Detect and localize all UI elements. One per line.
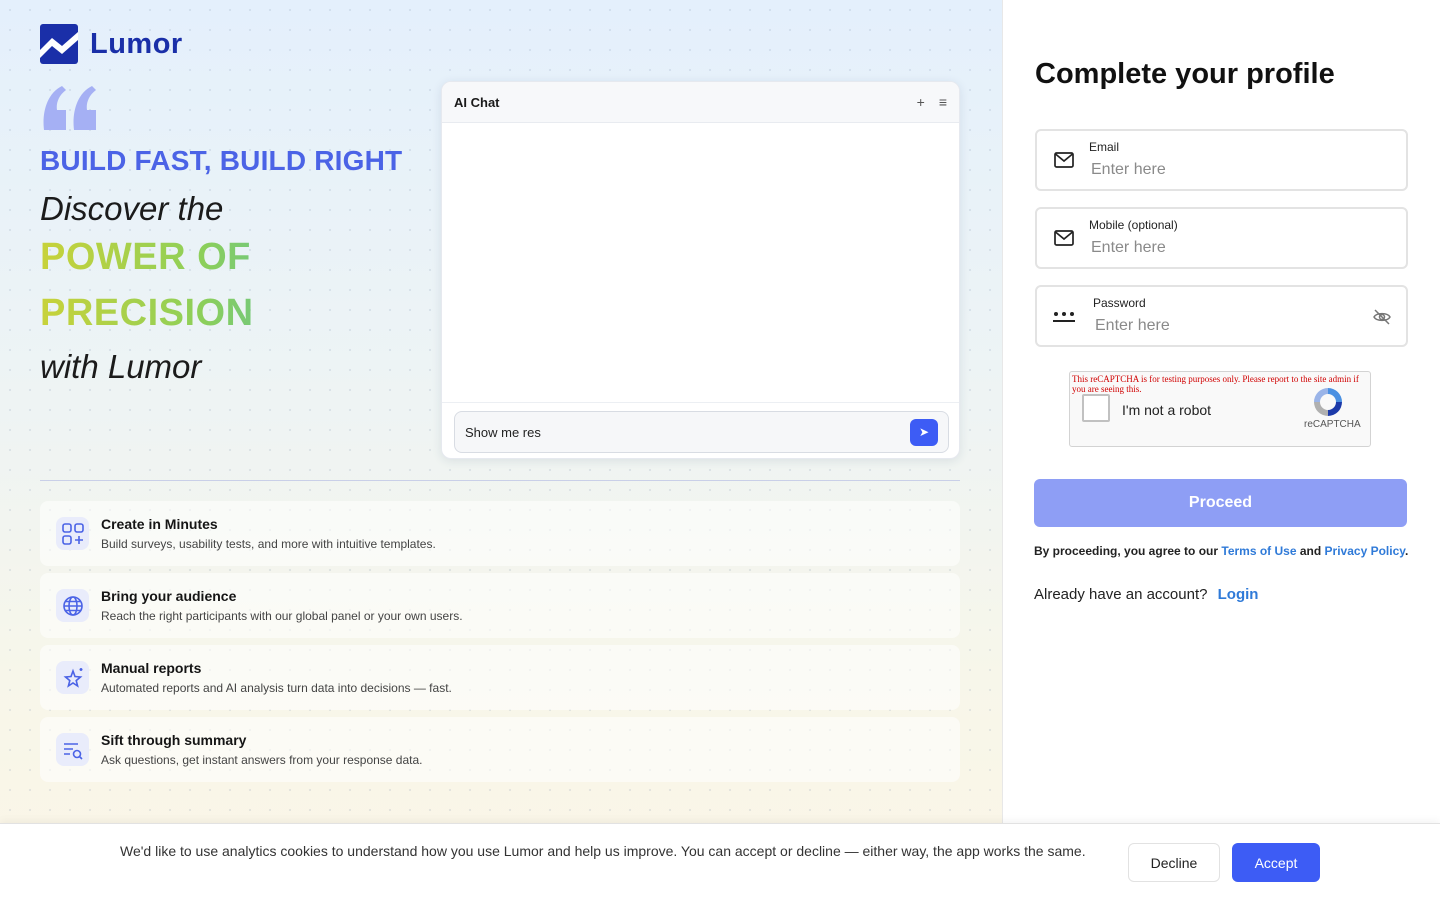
chat-input-box: ➤: [454, 411, 949, 453]
quote-icon: [43, 86, 96, 130]
email-field: Email: [1035, 129, 1408, 191]
hero-line-2: POWER OF: [40, 229, 402, 285]
chat-messages: [442, 123, 959, 403]
mail-icon: [1054, 152, 1074, 168]
cookie-message: We'd like to use analytics cookies to un…: [120, 843, 1086, 859]
login-prompt: Already have an account? Login: [1034, 586, 1258, 603]
cookie-banner: We'd like to use analytics cookies to un…: [0, 823, 1440, 900]
send-button[interactable]: ➤: [910, 418, 938, 446]
proceed-button[interactable]: Proceed: [1034, 479, 1407, 527]
privacy-policy-link[interactable]: Privacy Policy: [1325, 544, 1406, 558]
list-search-icon: [56, 733, 89, 766]
feature-desc: Reach the right participants with our gl…: [101, 609, 463, 623]
hero: BUILD FAST, BUILD RIGHT Discover the POW…: [40, 145, 402, 387]
terms-prefix: By proceeding, you agree to our: [1034, 544, 1219, 558]
page-title: Complete your profile: [1035, 58, 1335, 90]
grid-plus-icon: [56, 517, 89, 550]
send-icon: ➤: [918, 425, 930, 439]
feature-item: Create in Minutes Build surveys, usabili…: [40, 501, 960, 566]
feature-item: Bring your audience Reach the right part…: [40, 573, 960, 638]
feature-desc: Build surveys, usability tests, and more…: [101, 537, 436, 551]
sparkle-star-icon: [56, 661, 89, 694]
chat-title: AI Chat: [454, 94, 500, 110]
feature-title: Sift through summary: [101, 732, 247, 748]
login-prompt-text: Already have an account?: [1034, 586, 1208, 603]
feature-item: Sift through summary Ask questions, get …: [40, 717, 960, 782]
brand-logo[interactable]: Lumor: [40, 24, 183, 64]
recaptcha-checkbox[interactable]: [1082, 394, 1110, 422]
recaptcha-label: I'm not a robot: [1122, 402, 1212, 418]
menu-icon[interactable]: ≡: [939, 94, 947, 110]
lumor-logo-icon: [40, 24, 78, 64]
add-icon[interactable]: +: [917, 94, 925, 110]
email-label: Email: [1089, 140, 1120, 154]
feature-title: Create in Minutes: [101, 516, 218, 532]
mobile-input[interactable]: [1091, 237, 1361, 259]
eye-off-icon[interactable]: [1372, 307, 1392, 327]
globe-icon: [56, 589, 89, 622]
mail-icon: [1054, 230, 1074, 246]
password-field: Password: [1035, 285, 1408, 347]
feature-desc: Ask questions, get instant answers from …: [101, 753, 423, 767]
feature-desc: Automated reports and AI analysis turn d…: [101, 681, 452, 695]
terms-and: and: [1299, 544, 1322, 558]
hero-line-1: Discover the: [40, 190, 224, 227]
chat-input[interactable]: [465, 424, 910, 440]
terms-text: By proceeding, you agree to our Terms of…: [1034, 544, 1408, 558]
feature-item: Manual reports Automated reports and AI …: [40, 645, 960, 710]
hero-tagline: BUILD FAST, BUILD RIGHT: [40, 145, 403, 176]
signup-panel: Complete your profile Email Mobile (opti…: [1002, 0, 1440, 900]
password-label: Password: [1093, 296, 1146, 310]
brand-name: Lumor: [90, 27, 183, 60]
recaptcha-brand: reCAPTCHA: [1304, 419, 1361, 430]
password-dots-icon: [1053, 312, 1075, 322]
login-link[interactable]: Login: [1218, 586, 1259, 603]
mobile-label: Mobile (optional): [1089, 218, 1178, 232]
terms-of-use-link[interactable]: Terms of Use: [1221, 544, 1296, 558]
email-input[interactable]: [1091, 159, 1361, 181]
recaptcha-logo-icon: [1314, 388, 1342, 416]
accept-button[interactable]: Accept: [1232, 843, 1320, 882]
feature-list: Create in Minutes Build surveys, usabili…: [40, 501, 960, 789]
feature-title: Manual reports: [101, 660, 202, 676]
decline-button[interactable]: Decline: [1128, 843, 1220, 882]
terms-suffix: .: [1405, 544, 1409, 558]
ai-chat-widget: AI Chat + ≡ ➤: [441, 81, 960, 459]
mobile-field: Mobile (optional): [1035, 207, 1408, 269]
marketing-panel: Lumor BUILD FAST, BUILD RIGHT Discover t…: [0, 0, 1002, 900]
chat-actions: + ≡: [917, 94, 947, 110]
password-input[interactable]: [1095, 315, 1365, 337]
feature-title: Bring your audience: [101, 588, 237, 604]
chat-header: AI Chat + ≡: [442, 82, 959, 123]
hero-line-3: PRECISION: [40, 285, 402, 341]
hero-line-4: with Lumor: [40, 348, 202, 385]
recaptcha-widget: This reCAPTCHA is for testing purposes o…: [1069, 371, 1371, 447]
divider: [40, 480, 960, 481]
